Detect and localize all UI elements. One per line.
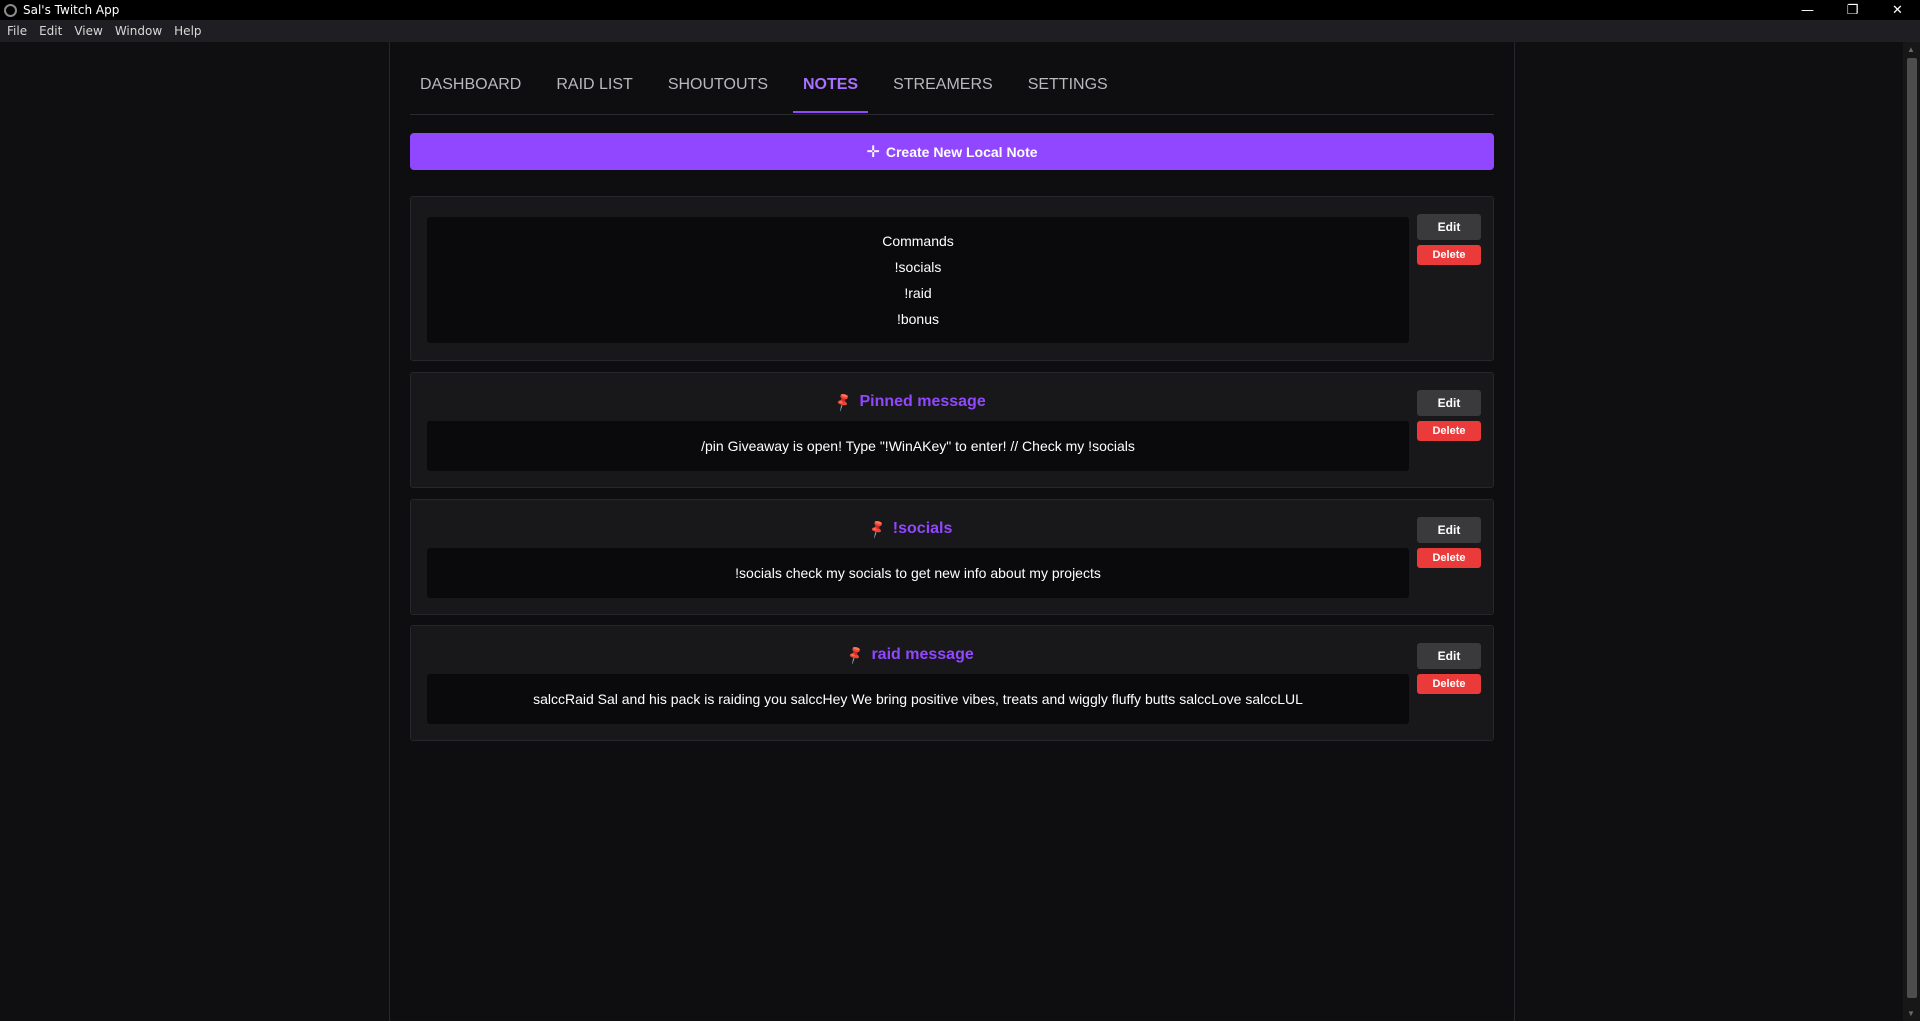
tab-settings[interactable]: SETTINGS [1018,75,1118,115]
vertical-scrollbar[interactable]: ▲ ▼ [1903,42,1920,1021]
note-line: !bonus [896,311,940,327]
tab-shoutouts[interactable]: SHOUTOUTS [658,75,778,115]
edit-button[interactable]: Edit [1417,390,1481,416]
note-card: 📌 !socials !socials check my socials to g… [410,499,1494,615]
window-title: Sal's Twitch App [23,3,120,17]
pin-icon: 📌 [844,644,866,666]
note-line: !socials [894,259,942,275]
main-content: DASHBOARD RAID LIST SHOUTOUTS NOTES STRE… [389,42,1515,1021]
note-title: 📌 Pinned message [832,391,986,413]
close-button[interactable]: ✕ [1875,0,1920,20]
tab-streamers[interactable]: STREAMERS [883,75,1003,115]
note-content: Commands !socials !raid !bonus [427,217,1409,343]
note-content: /pin Giveaway is open! Type "!WinAKey" t… [427,421,1409,471]
note-title: 📌 raid message [844,644,974,666]
tab-notes[interactable]: NOTES [792,75,869,115]
menu-bar: File Edit View Window Help [0,20,1920,42]
tab-raid-list[interactable]: RAID LIST [546,75,642,115]
menu-edit[interactable]: Edit [32,24,67,38]
note-card: 📌 raid message salccRaid Sal and his pack… [410,625,1494,741]
menu-help[interactable]: Help [167,24,206,38]
pin-icon: 📌 [832,391,854,413]
create-note-label: Create New Local Note [885,143,1038,160]
menu-window[interactable]: Window [108,24,167,38]
title-bar: Sal's Twitch App — ❐ ✕ [0,0,1920,20]
delete-button[interactable]: Delete [1417,245,1481,265]
note-line: !raid [904,285,932,301]
delete-button[interactable]: Delete [1417,548,1481,568]
scroll-down-icon[interactable]: ▼ [1907,1009,1915,1018]
scroll-up-icon[interactable]: ▲ [1907,45,1915,54]
tab-bar: DASHBOARD RAID LIST SHOUTOUTS NOTES STRE… [410,75,1494,115]
menu-file[interactable]: File [0,24,32,38]
note-title: 📌 !socials [865,518,953,540]
delete-button[interactable]: Delete [1417,674,1481,694]
note-card: Commands !socials !raid !bonus Edit Dele… [410,196,1494,361]
note-content: salccRaid Sal and his pack is raiding yo… [427,674,1409,724]
restore-button[interactable]: ❐ [1830,0,1875,20]
note-content: !socials check my socials to get new inf… [427,548,1409,598]
delete-button[interactable]: Delete [1417,421,1481,441]
edit-button[interactable]: Edit [1417,214,1481,240]
window-controls: — ❐ ✕ [1785,0,1920,20]
plus-icon: ✛ [866,143,880,161]
note-line: Commands [882,233,954,249]
edit-button[interactable]: Edit [1417,517,1481,543]
edit-button[interactable]: Edit [1417,643,1481,669]
tab-dashboard[interactable]: DASHBOARD [410,75,531,115]
pin-icon: 📌 [865,518,888,540]
create-note-button[interactable]: ✛ Create New Local Note [410,133,1494,170]
note-card: 📌 Pinned message /pin Giveaway is open! T… [410,372,1494,488]
menu-view[interactable]: View [67,24,107,38]
scroll-thumb[interactable] [1907,58,1917,998]
app-logo-icon [4,3,17,17]
minimize-button[interactable]: — [1785,0,1830,20]
